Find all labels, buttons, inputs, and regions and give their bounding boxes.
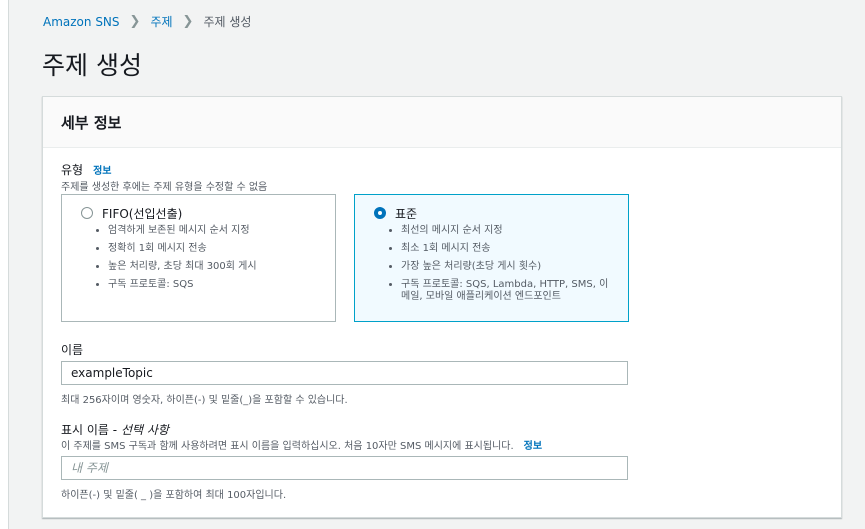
list-item: 가장 높은 처리량(초당 게시 횟수) (401, 261, 616, 273)
breadcrumb-amazon-sns[interactable]: Amazon SNS (43, 15, 120, 29)
list-item: 정확히 1회 메시지 전송 (108, 243, 257, 255)
type-label: 유형 (61, 163, 84, 177)
panel-title: 세부 정보 (61, 113, 122, 132)
list-item: 최선의 메시지 순서 지정 (401, 225, 616, 237)
breadcrumb-topics[interactable]: 주제 (150, 13, 172, 30)
chevron-right-icon: ❯ (182, 14, 194, 29)
type-info-link[interactable]: 정보 (93, 166, 111, 177)
list-item: 최소 1회 메시지 전송 (401, 243, 616, 255)
type-label-row: 유형 정보 (61, 161, 112, 178)
standard-features: 최선의 메시지 순서 지정 최소 1회 메시지 전송 가장 높은 처리량(초당 … (391, 225, 616, 309)
chevron-right-icon: ❯ (129, 14, 141, 29)
name-label: 이름 (61, 343, 84, 357)
name-hint: 최대 256자이며 영숫자, 하이픈(-) 및 밑줄(_)을 포함할 수 있습니… (61, 395, 348, 406)
optional-label: 선택 사항 (120, 423, 169, 437)
display-name-description-row: 이 주제를 SMS 구독과 함께 사용하려면 표시 이름을 입력하십시오. 처음… (61, 437, 542, 452)
side-navigation-collapsed (0, 0, 9, 529)
type-option-standard[interactable]: 표준 최선의 메시지 순서 지정 최소 1회 메시지 전송 가장 높은 처리량(… (354, 194, 629, 322)
display-name-info-link[interactable]: 정보 (524, 441, 542, 452)
display-name-label: 표시 이름 - (61, 423, 121, 437)
page-title: 주제 생성 (42, 51, 142, 80)
list-item: 엄격하게 보존된 메시지 순서 지정 (108, 225, 257, 237)
details-panel: 세부 정보 유형 정보 주제를 생성한 후에는 주제 유형을 수정할 수 없음 F… (42, 96, 842, 518)
panel-header: 세부 정보 (43, 97, 841, 148)
display-name-description: 이 주제를 SMS 구독과 함께 사용하려면 표시 이름을 입력하십시오. 처음… (61, 441, 514, 452)
fifo-title: FIFO(선입선출) (102, 207, 183, 221)
list-item: 높은 처리량, 초당 최대 300회 게시 (108, 261, 257, 273)
breadcrumb: Amazon SNS ❯ 주제 ❯ 주제 생성 (43, 13, 251, 30)
type-option-fifo[interactable]: FIFO(선입선출) 엄격하게 보존된 메시지 순서 지정 정확히 1회 메시지… (61, 194, 336, 322)
type-description: 주제를 생성한 후에는 주제 유형을 수정할 수 없음 (61, 182, 268, 193)
radio-standard[interactable] (374, 207, 386, 219)
radio-fifo[interactable] (81, 207, 93, 219)
display-name-input[interactable] (61, 456, 628, 480)
standard-title: 표준 (395, 207, 418, 221)
fifo-features: 엄격하게 보존된 메시지 순서 지정 정확히 1회 메시지 전송 높은 처리량,… (98, 225, 257, 297)
breadcrumb-current: 주제 생성 (203, 15, 252, 29)
name-input[interactable] (61, 361, 628, 385)
list-item: 구독 프로토콜: SQS, Lambda, HTTP, SMS, 이메일, 모바… (401, 279, 616, 303)
display-name-hint: 하이픈(-) 및 밑줄( _ )을 포함하여 최대 100자입니다. (61, 490, 287, 501)
display-name-label-row: 표시 이름 - 선택 사항 (61, 421, 169, 438)
list-item: 구독 프로토콜: SQS (108, 279, 257, 291)
